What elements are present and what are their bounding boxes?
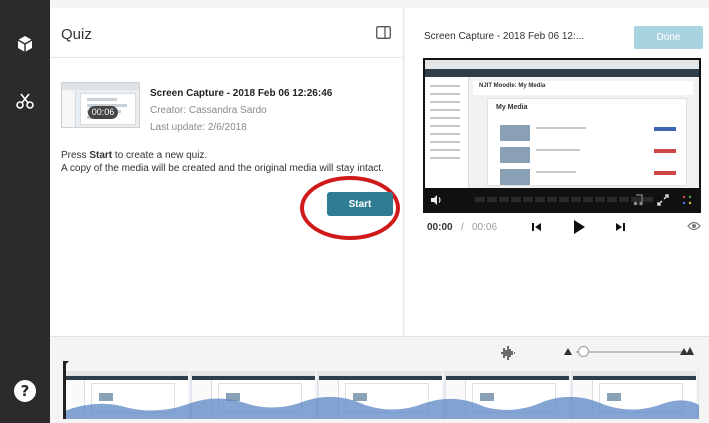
entry-title: Screen Capture - 2018 Feb 06 12:26:46 xyxy=(150,88,333,99)
settings-icon[interactable] xyxy=(681,194,693,206)
instructions-suffix: to create a new quiz. xyxy=(112,150,208,161)
playback-row: 00:00 / 00:06 xyxy=(423,219,701,237)
playhead-handle[interactable] xyxy=(63,361,69,367)
fullscreen-icon[interactable] xyxy=(657,194,669,206)
sidebar-item-quiz[interactable] xyxy=(0,24,50,64)
media-title: Screen Capture - 2018 Feb 06 12:... xyxy=(424,31,585,42)
eye-icon[interactable] xyxy=(687,220,701,232)
instructions-line2: A copy of the media will be created and … xyxy=(61,163,384,174)
quiz-editor: ? Quiz 00:06 Screen Capture - 2018 Feb 0… xyxy=(0,0,709,423)
preview-card-title: My Media xyxy=(496,104,528,111)
video-frame: NJIT Moodle: My Media My Media xyxy=(425,60,699,188)
entry-last-update: Last update: 2/6/2018 xyxy=(150,122,247,133)
player-panel: Screen Capture - 2018 Feb 06 12:... Done… xyxy=(405,8,709,336)
timeline xyxy=(50,336,709,423)
quiz-panel: Quiz 00:06 Screen Capture - 2018 Feb 06 … xyxy=(50,8,404,336)
timeline-track[interactable] xyxy=(65,371,699,419)
help-button[interactable]: ? xyxy=(14,380,36,402)
video-preview[interactable]: NJIT Moodle: My Media My Media xyxy=(423,58,701,213)
waveform-icon[interactable] xyxy=(500,345,516,361)
instructions-bold: Start xyxy=(89,150,113,161)
duration-badge: 00:06 xyxy=(88,106,118,119)
done-button[interactable]: Done xyxy=(634,26,703,49)
entry-creator: Creator: Cassandra Sardo xyxy=(150,105,267,116)
cube-icon xyxy=(17,36,33,52)
time-separator: / xyxy=(461,222,464,233)
sidebar-item-clip[interactable] xyxy=(0,81,50,121)
entry-thumbnail: 00:06 xyxy=(61,82,140,128)
zoom-slider[interactable] xyxy=(576,351,686,353)
zoom-out-icon[interactable] xyxy=(564,348,572,355)
volume-icon[interactable] xyxy=(430,194,442,206)
music-icon[interactable] xyxy=(633,194,643,206)
help-icon: ? xyxy=(20,382,30,400)
instructions-prefix: Press xyxy=(61,150,90,161)
start-button[interactable]: Start xyxy=(327,192,393,216)
play-icon[interactable] xyxy=(572,219,586,235)
audio-waveform xyxy=(65,396,699,419)
step-back-icon[interactable] xyxy=(531,221,543,233)
instructions: Press Start to create a new quiz. A copy… xyxy=(61,149,396,175)
playhead[interactable] xyxy=(63,361,66,419)
zoom-in-icon[interactable] xyxy=(680,347,694,355)
step-forward-icon[interactable] xyxy=(614,221,626,233)
preview-heading: NJIT Moodle: My Media xyxy=(479,83,546,89)
header-divider xyxy=(50,57,404,58)
current-time: 00:00 xyxy=(427,222,453,233)
panel-toggle-icon[interactable] xyxy=(376,26,391,39)
video-progress[interactable] xyxy=(475,197,655,202)
left-toolbar: ? xyxy=(0,0,50,423)
zoom-slider-knob[interactable] xyxy=(578,346,589,357)
scissors-icon xyxy=(16,93,34,109)
total-time: 00:06 xyxy=(472,222,498,233)
panel-title: Quiz xyxy=(61,26,92,43)
